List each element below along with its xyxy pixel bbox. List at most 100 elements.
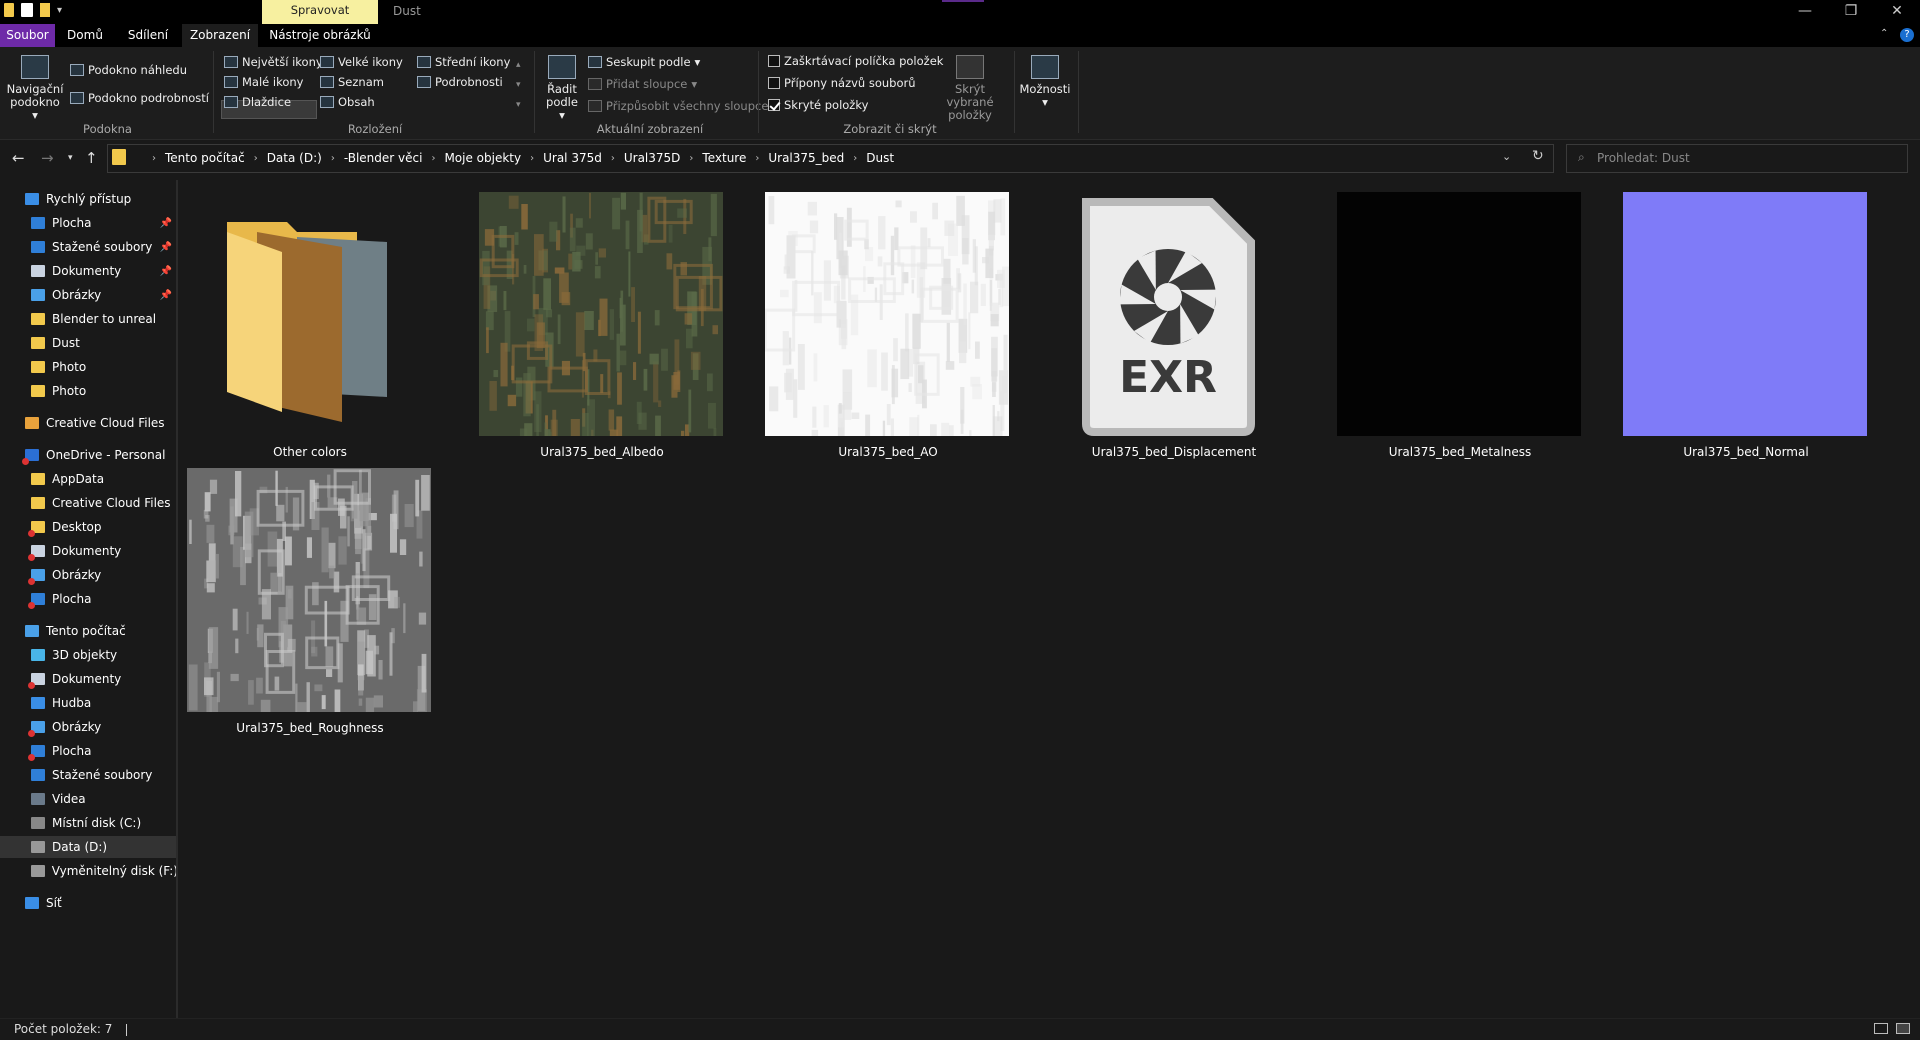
layout-scroll-icon[interactable]: ▴ ▾ ▾ <box>516 55 521 115</box>
breadcrumb-chevron-icon[interactable]: › <box>431 153 435 164</box>
sidebar-item-onedrive-child[interactable]: Creative Cloud Files <box>0 492 178 514</box>
checkbox[interactable] <box>768 55 780 67</box>
breadcrumb-item[interactable]: Ural375_bed <box>768 151 844 165</box>
tab-file[interactable]: Soubor <box>0 24 55 47</box>
address-dropdown-chevron-icon[interactable]: ⌄ <box>1502 150 1511 163</box>
file-item[interactable]: Ural375_bed_Roughness <box>187 468 433 748</box>
sidebar-item-onedrive-child[interactable]: AppData <box>0 468 178 490</box>
sidebar-item-quick[interactable]: Blender to unreal <box>0 308 178 330</box>
sidebar-item-pc[interactable]: Místní disk (C:) <box>0 812 178 834</box>
pin-icon[interactable]: 📌 <box>160 242 172 253</box>
breadcrumb-chevron-icon[interactable]: › <box>254 153 258 164</box>
sidebar-item-this-pc[interactable]: Tento počítač <box>0 620 178 642</box>
layout-content[interactable]: Obsah <box>320 95 375 109</box>
sidebar-item-pc[interactable]: Dokumenty <box>0 668 178 690</box>
breadcrumb-chevron-icon[interactable]: › <box>152 153 156 164</box>
sidebar-item-quick[interactable]: Plocha 📌 <box>0 212 178 234</box>
layout-list[interactable]: Seznam <box>320 75 384 89</box>
breadcrumb-chevron-icon[interactable]: › <box>755 153 759 164</box>
add-columns-button[interactable]: Přidat sloupce ▾ <box>588 77 697 91</box>
help-icon[interactable]: ? <box>1900 28 1914 42</box>
preview-pane-button[interactable]: Podokno náhledu <box>70 63 187 77</box>
hidden-items-toggle[interactable]: Skryté položky <box>768 98 868 112</box>
breadcrumb-chevron-icon[interactable]: › <box>611 153 615 164</box>
search-input[interactable]: Prohledat: Dust <box>1566 144 1908 173</box>
sidebar-item-creative-cloud[interactable]: Creative Cloud Files <box>0 412 178 434</box>
checkbox[interactable] <box>768 77 780 89</box>
layout-details[interactable]: Podrobnosti <box>417 75 503 89</box>
item-checkboxes-toggle[interactable]: Zaškrtávací políčka položek <box>768 54 943 68</box>
fit-columns-button[interactable]: Přizpůsobit všechny sloupce <box>588 99 768 113</box>
pin-icon[interactable]: 📌 <box>160 218 172 229</box>
forward-arrow-icon[interactable]: → <box>41 149 54 167</box>
large-icons-view-icon[interactable] <box>1896 1023 1910 1034</box>
sidebar-item-onedrive-child[interactable]: Dokumenty <box>0 540 178 562</box>
sidebar-item-quick[interactable]: Dokumenty 📌 <box>0 260 178 282</box>
folder-item[interactable]: Other colors <box>187 192 433 472</box>
breadcrumb-item[interactable]: Dust <box>866 151 894 165</box>
sidebar-item-pc[interactable]: Obrázky <box>0 716 178 738</box>
customize-toolbar-icon[interactable]: ▾ <box>57 5 62 16</box>
sidebar-item-network[interactable]: Síť <box>0 892 178 914</box>
sidebar-item-onedrive[interactable]: OneDrive - Personal <box>0 444 178 466</box>
tab-view[interactable]: Zobrazení <box>182 24 258 47</box>
navigation-pane-button[interactable]: Navigační podokno ▾ <box>6 55 64 122</box>
sidebar-item-pc[interactable]: 3D objekty <box>0 644 178 666</box>
sidebar-item-quick[interactable]: Dust <box>0 332 178 354</box>
file-item[interactable]: Ural375_bed_AO <box>765 192 1011 472</box>
sidebar-item-onedrive-child[interactable]: Obrázky <box>0 564 178 586</box>
pin-icon[interactable]: 📌 <box>160 266 172 277</box>
file-item[interactable]: Ural375_bed_Normal <box>1623 192 1869 472</box>
back-arrow-icon[interactable]: ← <box>12 149 25 167</box>
details-pane-button[interactable]: Podokno podrobností <box>70 91 209 105</box>
breadcrumb-item[interactable]: -Blender věci <box>344 151 423 165</box>
tab-share[interactable]: Sdílení <box>120 24 176 47</box>
minimize-button[interactable]: — <box>1782 0 1828 24</box>
sidebar-item-quick[interactable]: Stažené soubory 📌 <box>0 236 178 258</box>
sidebar-item-pc[interactable]: Vyměnitelný disk (F:) <box>0 860 178 882</box>
file-item[interactable]: EXR Ural375_bed_Displacement <box>1051 192 1297 472</box>
pane-divider[interactable] <box>176 180 178 1018</box>
breadcrumb-item[interactable]: Ural 375d <box>543 151 602 165</box>
refresh-icon[interactable]: ↻ <box>1532 148 1544 164</box>
sidebar-item-pc[interactable]: Hudba <box>0 692 178 714</box>
sidebar-item-quick-access[interactable]: Rychlý přístup <box>0 188 178 210</box>
properties-icon[interactable] <box>21 3 33 17</box>
layout-large-icons[interactable]: Velké ikony <box>320 55 403 69</box>
new-folder-icon[interactable] <box>40 3 50 17</box>
sidebar-item-onedrive-child[interactable]: Plocha <box>0 588 178 610</box>
sidebar-item-onedrive-child[interactable]: Desktop <box>0 516 178 538</box>
breadcrumb-item[interactable]: Moje objekty <box>444 151 521 165</box>
checkbox[interactable] <box>768 99 780 111</box>
layout-tiles[interactable]: Dlaždice <box>224 95 291 109</box>
breadcrumb-item[interactable]: Data (D:) <box>267 151 322 165</box>
breadcrumb-chevron-icon[interactable]: › <box>689 153 693 164</box>
recent-locations-chevron-icon[interactable]: ▾ <box>68 153 73 163</box>
breadcrumb-chevron-icon[interactable]: › <box>853 153 857 164</box>
file-item[interactable]: Ural375_bed_Metalness <box>1337 192 1583 472</box>
group-by-button[interactable]: Seskupit podle ▾ <box>588 55 700 69</box>
tab-picture-tools[interactable]: Nástroje obrázků <box>268 24 372 47</box>
options-button[interactable]: Možnosti ▾ <box>1018 55 1072 109</box>
breadcrumb-item[interactable]: Ural375D <box>624 151 681 165</box>
collapse-ribbon-icon[interactable]: ⌃ <box>1880 28 1888 39</box>
sidebar-item-quick[interactable]: Photo <box>0 380 178 402</box>
sidebar-item-pc[interactable]: Stažené soubory <box>0 764 178 786</box>
sort-by-button[interactable]: Řadit podle ▾ <box>542 55 582 122</box>
layout-extra-large-icons[interactable]: Největší ikony <box>224 55 323 69</box>
up-arrow-icon[interactable]: ↑ <box>85 149 98 167</box>
close-button[interactable]: ✕ <box>1874 0 1920 24</box>
details-view-icon[interactable] <box>1874 1023 1888 1034</box>
breadcrumb-item[interactable]: Tento počítač <box>165 151 245 165</box>
breadcrumb-chevron-icon[interactable]: › <box>331 153 335 164</box>
breadcrumb-chevron-icon[interactable]: › <box>530 153 534 164</box>
sidebar-item-quick[interactable]: Photo <box>0 356 178 378</box>
breadcrumb-item[interactable]: Texture <box>702 151 746 165</box>
layout-medium-icons[interactable]: Střední ikony <box>417 55 510 69</box>
pin-icon[interactable]: 📌 <box>160 290 172 301</box>
file-item[interactable]: Ural375_bed_Albedo <box>479 192 725 472</box>
sidebar-item-pc[interactable]: Videa <box>0 788 178 810</box>
sidebar-item-pc[interactable]: Data (D:) <box>0 836 178 858</box>
layout-small-icons[interactable]: Malé ikony <box>224 75 303 89</box>
sidebar-item-pc[interactable]: Plocha <box>0 740 178 762</box>
